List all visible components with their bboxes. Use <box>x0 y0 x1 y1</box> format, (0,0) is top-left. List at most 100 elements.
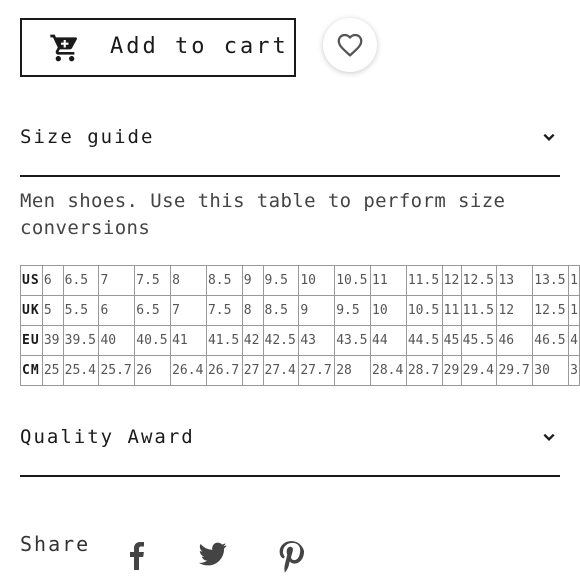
size-cell: 42 <box>241 325 264 356</box>
divider <box>20 175 560 177</box>
size-cell: 40 <box>98 325 136 356</box>
size-cell: 1 <box>568 295 580 326</box>
size-cell: 46.5 <box>532 325 570 356</box>
size-cell: 12.5 <box>460 265 498 296</box>
share-pinterest-button[interactable] <box>277 540 305 574</box>
share-facebook-button[interactable] <box>126 540 146 570</box>
size-cell: 28 <box>334 355 372 386</box>
size-cell: 6.5 <box>62 265 100 296</box>
size-cell: 41 <box>170 325 207 356</box>
size-cell: 9.5 <box>262 265 300 296</box>
quality-award-title: Quality Award <box>20 426 195 448</box>
size-row-us: US 6 6.5 7 7.5 8 8.5 9 9.5 10 10.5 11 11.5 12 12.5 13 13… <box>20 265 580 296</box>
size-guide-header[interactable]: Size guide <box>20 122 560 152</box>
size-cell: 27.4 <box>262 355 300 386</box>
chevron-down-icon <box>543 433 555 441</box>
size-cell: 10 <box>370 295 407 326</box>
size-cell: 7 <box>170 295 207 326</box>
size-cell: 25.4 <box>62 355 100 386</box>
size-cell: 8 <box>170 265 207 296</box>
size-cell: 43 <box>298 325 336 356</box>
shopping-cart-icon <box>50 34 78 62</box>
size-cell: 39 <box>41 325 64 356</box>
size-cell: 45.5 <box>460 325 498 356</box>
product-actions-panel: Add to cart Size guide Men shoes. Use th… <box>0 0 580 580</box>
size-row-label: US <box>20 265 43 296</box>
size-cell: 12 <box>496 295 534 326</box>
size-cell: 11 <box>370 265 407 296</box>
size-cell: 10.5 <box>405 295 443 326</box>
size-row-uk: UK 5 5.5 6 6.5 7 7.5 8 8.5 9 9.5 10 10.5 11 11.5 12 12.5… <box>20 295 580 326</box>
size-cell: 41.5 <box>205 325 243 356</box>
size-conversion-table: US 6 6.5 7 7.5 8 8.5 9 9.5 10 10.5 11 11.5 12 12.5 13 13… <box>20 265 580 386</box>
size-cell: 46 <box>496 325 534 356</box>
facebook-icon <box>130 542 144 570</box>
size-cell: 25.7 <box>98 355 136 386</box>
size-cell: 6.5 <box>134 295 172 326</box>
size-cell: 27 <box>241 355 264 386</box>
add-to-cart-button[interactable]: Add to cart <box>20 18 296 77</box>
size-guide-description: Men shoes. Use this table to perform siz… <box>20 190 506 239</box>
size-cell: 29.7 <box>496 355 534 386</box>
size-cell: 10 <box>298 265 336 296</box>
size-cell: 4 <box>568 325 580 356</box>
size-cell: 28.7 <box>405 355 443 386</box>
size-cell: 25 <box>41 355 64 386</box>
size-cell: 11.5 <box>405 265 443 296</box>
size-row-label: UK <box>20 295 43 326</box>
size-cell: 29.4 <box>460 355 498 386</box>
size-cell: 26 <box>134 355 172 386</box>
size-cell: 8 <box>241 295 264 326</box>
size-cell: 30 <box>532 355 570 386</box>
size-cell: 43.5 <box>334 325 372 356</box>
size-cell: 13.5 <box>532 265 570 296</box>
size-cell: 7.5 <box>134 265 172 296</box>
size-cell: 8.5 <box>262 295 300 326</box>
size-cell: 1 <box>568 265 580 296</box>
size-cell: 28.4 <box>370 355 407 386</box>
size-cell: 11.5 <box>460 295 498 326</box>
size-row-label: CM <box>20 355 43 386</box>
size-cell: 12.5 <box>532 295 570 326</box>
size-cell: 12 <box>441 265 462 296</box>
wishlist-button[interactable] <box>323 18 377 72</box>
size-table-body: US 6 6.5 7 7.5 8 8.5 9 9.5 10 10.5 11 11.5 12 12.5 13 13… <box>20 265 580 386</box>
quality-award-header[interactable]: Quality Award <box>20 422 560 452</box>
chevron-down-icon <box>543 133 555 141</box>
pinterest-icon <box>279 541 305 573</box>
size-cell: 6 <box>98 295 136 326</box>
size-cell: 6 <box>41 265 64 296</box>
heart-outline-icon <box>337 33 363 57</box>
size-cell: 9 <box>298 295 336 326</box>
size-cell: 9 <box>241 265 264 296</box>
size-cell: 13 <box>496 265 534 296</box>
size-guide-title: Size guide <box>20 126 155 148</box>
add-to-cart-label: Add to cart <box>110 34 289 59</box>
share-label: Share <box>20 532 91 556</box>
size-row-label: EU <box>20 325 43 356</box>
size-cell: 9.5 <box>334 295 372 326</box>
size-cell: 7.5 <box>205 295 243 326</box>
size-cell: 5.5 <box>62 295 100 326</box>
size-cell: 26.7 <box>205 355 243 386</box>
size-cell: 45 <box>441 325 462 356</box>
size-cell: 44.5 <box>405 325 443 356</box>
size-cell: 44 <box>370 325 407 356</box>
size-cell: 29 <box>441 355 462 386</box>
size-cell: 11 <box>441 295 462 326</box>
size-cell: 5 <box>41 295 64 326</box>
size-cell: 10.5 <box>334 265 372 296</box>
share-twitter-button[interactable] <box>197 540 229 568</box>
size-cell: 8.5 <box>205 265 243 296</box>
size-row-eu: EU 39 39.5 40 40.5 41 41.5 42 42.5 43 43.5 44 44.5 45… <box>20 325 580 356</box>
twitter-icon <box>199 542 227 566</box>
size-cell: 7 <box>98 265 136 296</box>
size-cell: 3 <box>568 355 580 386</box>
size-cell: 40.5 <box>134 325 172 356</box>
size-row-cm: CM 25 25.4 25.7 26 26.4 26.7 27 27.4 27.7 28 28.4 28… <box>20 355 580 386</box>
size-cell: 26.4 <box>170 355 207 386</box>
size-cell: 42.5 <box>262 325 300 356</box>
size-cell: 27.7 <box>298 355 336 386</box>
divider <box>20 475 560 477</box>
size-cell: 39.5 <box>62 325 100 356</box>
